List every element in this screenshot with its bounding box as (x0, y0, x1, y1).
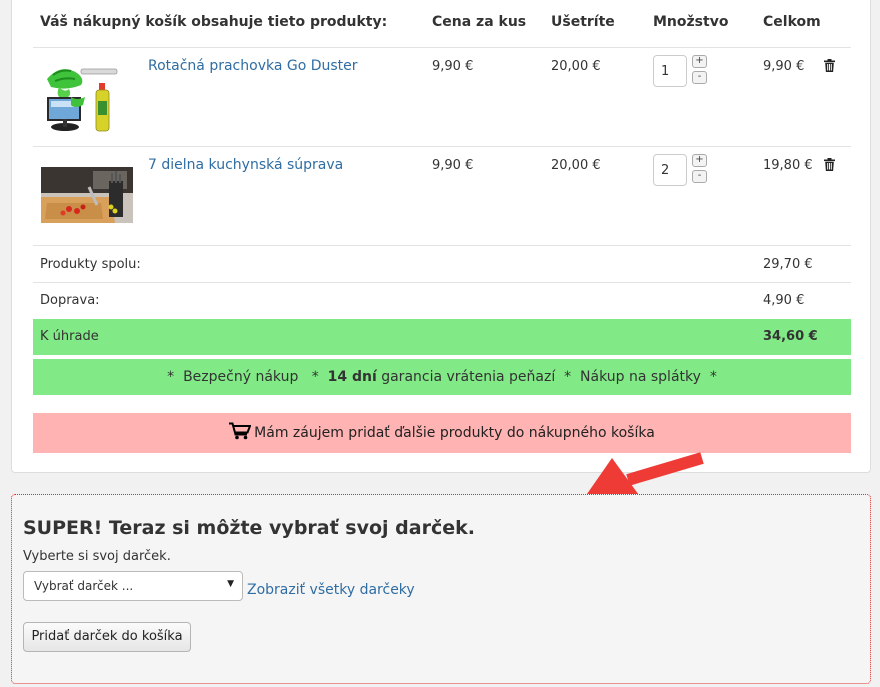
product-price: 9,90 € (432, 59, 474, 74)
amount-due-value: 34,60 € (763, 329, 818, 344)
cart-header-total: Celkom (763, 14, 821, 30)
quantity-input[interactable] (653, 154, 687, 186)
add-more-products-button[interactable]: Mám záujem pridať ďalšie produkty do nák… (33, 413, 851, 453)
money-back-text: garancia vrátenia peňazí (381, 369, 556, 385)
gift-title: SUPER! Teraz si môžte vybrať svoj darček… (23, 517, 475, 539)
star-separator: * (709, 369, 717, 385)
cart-panel: Váš nákupný košík obsahuje tieto produkt… (11, 0, 871, 473)
secure-purchase-text: Bezpečný nákup (183, 369, 299, 385)
quantity-input[interactable] (653, 55, 687, 87)
product-total: 9,90 € (763, 59, 805, 74)
divider (33, 282, 851, 283)
star-separator: * (167, 369, 175, 385)
product-savings: 20,00 € (551, 59, 601, 74)
cart-header-price: Cena za kus (432, 14, 527, 30)
add-more-label: Mám záujem pridať ďalšie produkty do nák… (254, 425, 655, 441)
shipping-label: Doprava: (40, 293, 100, 308)
divider (33, 47, 851, 48)
product-name-link[interactable]: Rotačná prachovka Go Duster (148, 58, 358, 74)
star-separator: * (564, 369, 572, 385)
divider (33, 146, 851, 147)
star-separator: * (311, 369, 319, 385)
amount-due-label: K úhrade (40, 329, 99, 344)
trash-icon[interactable] (824, 158, 835, 171)
subtotal-value: 29,70 € (763, 257, 813, 272)
product-image-go-duster[interactable] (41, 57, 123, 135)
add-gift-button[interactable]: Pridať darček do košíka (23, 622, 191, 652)
show-all-gifts-link[interactable]: Zobraziť všetky darčeky (247, 582, 415, 598)
trash-icon[interactable] (824, 59, 835, 72)
subtotal-label: Produkty spolu: (40, 257, 141, 272)
quantity-increase-button[interactable]: + (692, 55, 707, 68)
product-price: 9,90 € (432, 158, 474, 173)
cart-header-qty: Množstvo (653, 14, 729, 30)
gift-select-value: Vybrať darček ... (34, 579, 134, 593)
installments-text: Nákup na splátky (580, 369, 701, 385)
divider (33, 245, 851, 246)
gift-panel: SUPER! Teraz si môžte vybrať svoj darček… (11, 494, 871, 684)
product-name-link[interactable]: 7 dielna kuchynská súprava (148, 157, 343, 173)
product-image-kitchen-set[interactable] (41, 167, 133, 223)
guarantee-banner: * Bezpečný nákup * 14 dní garancia vráte… (33, 359, 851, 395)
product-total: 19,80 € (763, 158, 813, 173)
quantity-increase-button[interactable]: + (692, 154, 707, 167)
amount-due-row: K úhrade 34,60 € (33, 319, 851, 355)
gift-select[interactable]: Vybrať darček ... ▼ (23, 571, 243, 601)
cart-header-save: Ušetríte (551, 14, 615, 30)
gift-subtitle: Vyberte si svoj darček. (23, 549, 171, 564)
product-savings: 20,00 € (551, 158, 601, 173)
chevron-down-icon: ▼ (227, 579, 234, 589)
quantity-decrease-button[interactable]: - (692, 71, 707, 84)
cart-header-title: Váš nákupný košík obsahuje tieto produkt… (40, 14, 388, 30)
shopping-cart-icon (229, 422, 252, 440)
guarantee-days: 14 dní (327, 369, 377, 385)
shipping-value: 4,90 € (763, 293, 805, 308)
quantity-decrease-button[interactable]: - (692, 170, 707, 183)
